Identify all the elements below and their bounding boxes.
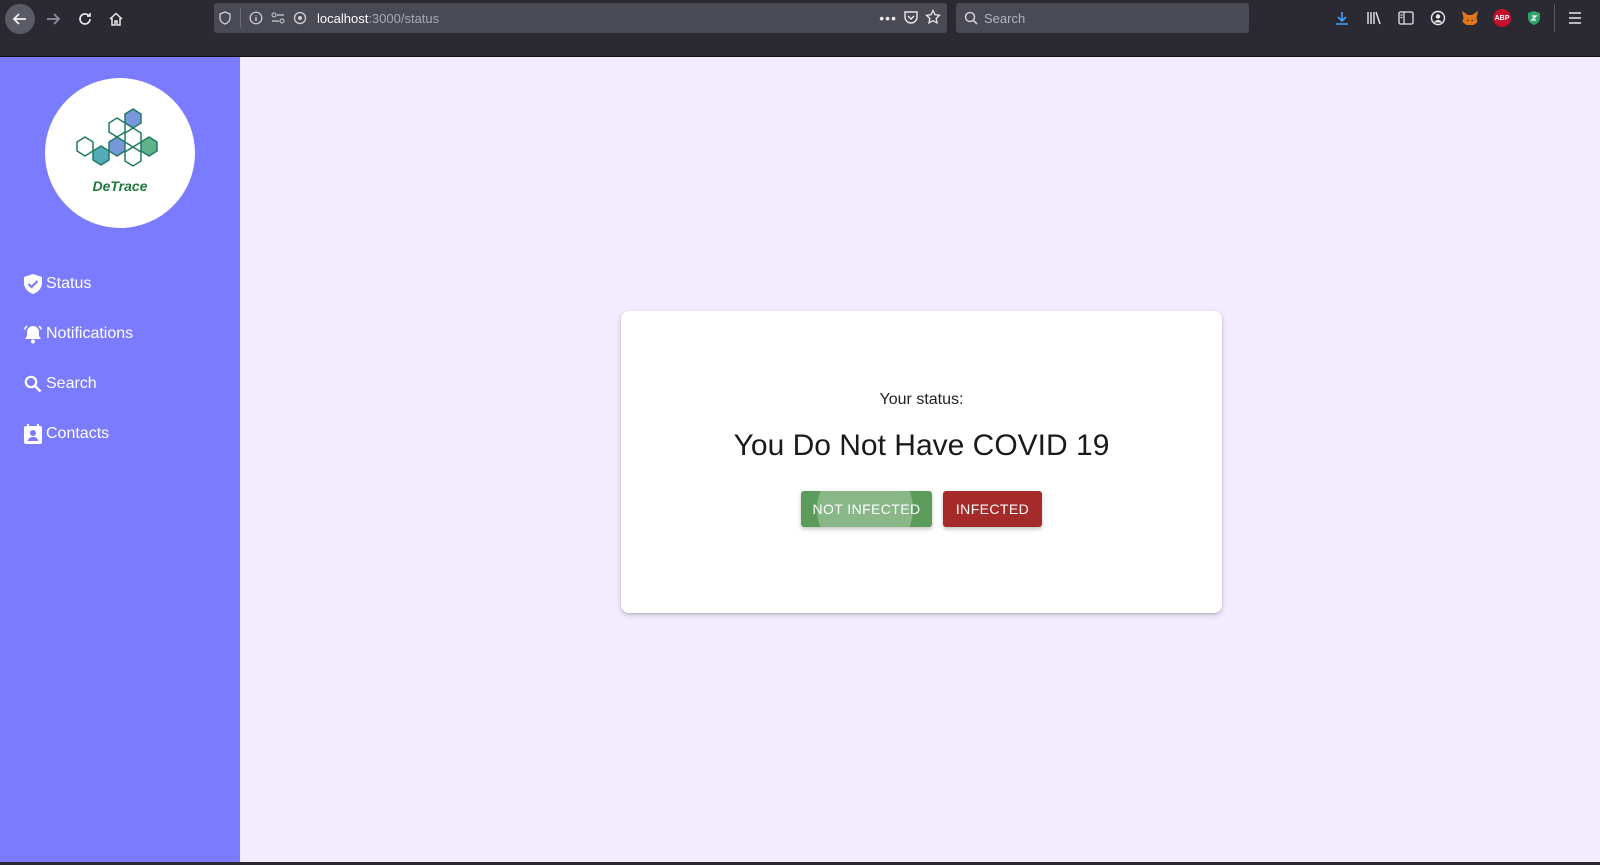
home-button[interactable]	[101, 4, 131, 34]
browser-search-bar[interactable]	[956, 3, 1249, 33]
reload-button[interactable]	[70, 4, 100, 34]
sidebar-toggle-icon[interactable]	[1394, 6, 1418, 30]
back-button[interactable]	[5, 4, 35, 34]
toolbar-divider	[1554, 4, 1555, 32]
url-actions: •••	[879, 8, 947, 28]
adblock-plus-icon[interactable]: ABP	[1490, 6, 1514, 30]
sidebar-item-label: Status	[46, 275, 92, 292]
shield-check-icon	[22, 273, 44, 295]
shield-outline-icon[interactable]	[214, 3, 236, 33]
infected-button[interactable]: INFECTED	[943, 491, 1042, 527]
search-icon	[22, 373, 44, 395]
tracking-icon[interactable]	[289, 3, 311, 33]
sidebar-item-notifications[interactable]: Notifications	[22, 309, 133, 359]
url-separator	[240, 8, 241, 28]
url-host: localhost	[317, 10, 369, 26]
reload-icon	[79, 13, 91, 25]
home-icon	[109, 12, 123, 26]
sidebar-nav: Status Notifications Search Contacts	[22, 259, 133, 459]
sidebar-item-label: Search	[46, 375, 97, 392]
url-text[interactable]: localhost:3000/status	[317, 11, 439, 26]
sidebar-item-contacts[interactable]: Contacts	[22, 409, 133, 459]
url-bar[interactable]: localhost:3000/status •••	[214, 3, 947, 33]
arrow-left-icon	[12, 13, 26, 25]
hexagon-logo-icon	[76, 108, 158, 167]
not-infected-button[interactable]: NOT INFECTED	[801, 491, 932, 527]
status-heading: You Do Not Have COVID 19	[733, 429, 1110, 462]
sidebar-item-label: Notifications	[46, 325, 134, 342]
hamburger-menu-icon[interactable]	[1563, 6, 1587, 30]
bell-icon	[22, 323, 44, 345]
infected-label: INFECTED	[955, 501, 1030, 517]
status-card: Your status: You Do Not Have COVID 19 NO…	[621, 311, 1222, 613]
browser-search-input[interactable]	[984, 10, 1224, 26]
permissions-icon[interactable]	[267, 3, 289, 33]
privacy-badger-icon[interactable]	[1522, 6, 1546, 30]
arrow-right-icon	[47, 13, 61, 25]
app-logo[interactable]: DeTrace	[45, 78, 195, 228]
sidebar-item-status[interactable]: Status	[22, 259, 133, 309]
url-path: :3000/status	[368, 10, 440, 26]
search-icon	[964, 11, 978, 25]
pocket-icon[interactable]	[903, 9, 919, 28]
contact-card-icon	[22, 423, 44, 445]
browser-toolbar-icons: ABP	[1330, 3, 1587, 33]
abp-badge-text: ABP	[1493, 9, 1511, 27]
forward-button[interactable]	[38, 4, 68, 34]
sidebar: DeTrace Status Notifications Search Cont…	[0, 57, 240, 865]
more-dots-icon[interactable]: •••	[879, 10, 897, 26]
browser-toolbar: localhost:3000/status ••• Search ABP	[0, 0, 1600, 57]
bookmark-star-icon[interactable]	[925, 8, 941, 28]
account-icon[interactable]	[1426, 6, 1450, 30]
sidebar-item-search[interactable]: Search	[22, 359, 133, 409]
info-icon[interactable]	[245, 3, 267, 33]
logo-text: DeTrace	[92, 178, 148, 194]
metamask-fox-icon[interactable]	[1458, 6, 1482, 30]
download-icon[interactable]	[1330, 6, 1354, 30]
library-icon[interactable]	[1362, 6, 1386, 30]
sidebar-item-label: Contacts	[46, 425, 110, 442]
status-label: Your status:	[879, 391, 964, 408]
not-infected-label: NOT INFECTED	[812, 501, 921, 517]
